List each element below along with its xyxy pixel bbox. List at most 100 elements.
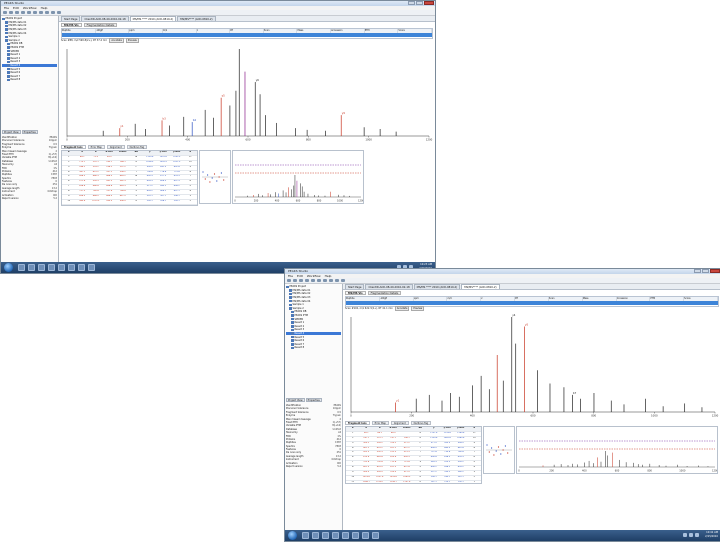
column-header[interactable]: # [467, 427, 481, 431]
column-header[interactable]: y-H2O [440, 427, 454, 431]
tab-result-2[interactable]: MS/MS**** (ACD-0810-2) [461, 284, 500, 289]
column-header[interactable]: y-NH3 [454, 427, 468, 431]
explorer-icon[interactable] [312, 532, 319, 539]
column-header[interactable]: a [75, 151, 89, 155]
new-project-icon[interactable] [287, 279, 291, 282]
maximize-button[interactable] [416, 1, 423, 5]
column-header[interactable]: y [143, 151, 157, 155]
excel-icon[interactable] [78, 264, 85, 271]
spider-icon[interactable] [45, 11, 49, 14]
column-header[interactable]: # [346, 427, 360, 431]
column-header[interactable]: AA [129, 151, 143, 155]
column-header[interactable]: b-H2O [102, 151, 116, 155]
tab-start-page[interactable]: Start Page [61, 16, 81, 21]
add-data-icon[interactable] [305, 279, 309, 282]
save-icon[interactable] [15, 11, 19, 14]
save-icon[interactable] [299, 279, 303, 282]
start-button[interactable] [4, 263, 13, 272]
tab-msms-vis[interactable]: MS/MS Vis [61, 23, 82, 27]
column-header[interactable]: b [373, 427, 387, 431]
tab-properties[interactable]: Properties [305, 398, 322, 402]
preferences-icon[interactable] [57, 11, 61, 14]
tab-start-page[interactable]: Start Page [345, 284, 365, 289]
spider-icon[interactable] [329, 279, 333, 282]
ptm-icon[interactable] [323, 279, 327, 282]
app-icon[interactable] [48, 264, 55, 271]
tab-fragmentation-details[interactable]: Fragmentation Details [83, 23, 118, 27]
close-button[interactable] [710, 269, 720, 273]
tab-result-1[interactable]: MS/MS **** 2010 (ACD-0810-2) [413, 284, 461, 289]
spectrum-plot[interactable]: 0 200 400 600 800 1000 1200 y1 y4 y5 b7 [345, 311, 719, 419]
quant-icon[interactable] [51, 11, 55, 14]
tab-result-2[interactable]: MS/MS**** (ACD-0810-2) [177, 16, 216, 21]
tab-project[interactable]: ClientID-ACD-08-40-2010-02-18 [81, 16, 129, 21]
peaks-icon[interactable] [342, 532, 349, 539]
preview-button[interactable]: Preview [125, 37, 139, 43]
browser-icon[interactable] [88, 264, 95, 271]
tab-result-1[interactable]: MS/MS **** 2010 (ACD-0810-2) [129, 16, 177, 21]
table-row[interactable]: 11 1186.7 1214.7 1196.7 1197.6 K 147.1 129.1 130… [346, 481, 481, 483]
column-header[interactable]: # [183, 151, 197, 155]
preferences-icon[interactable] [341, 279, 345, 282]
db-search-icon[interactable] [317, 279, 321, 282]
tab-msms-vis[interactable]: MS/MS Vis [345, 291, 366, 295]
media-icon[interactable] [38, 264, 45, 271]
column-header[interactable]: b-H2O [386, 427, 400, 431]
word-icon[interactable] [352, 532, 359, 539]
denovo-icon[interactable] [311, 279, 315, 282]
tab-fragment-ions[interactable]: Fragment Ions [345, 421, 370, 425]
add-data-icon[interactable] [21, 11, 25, 14]
tree-item[interactable]: Result 8 [2, 78, 57, 82]
table-row-selected[interactable] [346, 301, 718, 305]
column-header[interactable]: y-H2O [156, 151, 170, 155]
ie-icon[interactable] [18, 264, 25, 271]
column-header[interactable]: AA [413, 427, 427, 431]
tab-properties[interactable]: Properties [21, 130, 38, 134]
tab-error-map[interactable]: Error Map [87, 145, 105, 149]
open-icon[interactable] [293, 279, 297, 282]
open-icon[interactable] [9, 11, 13, 14]
db-search-icon[interactable] [33, 11, 37, 14]
column-header[interactable]: b [89, 151, 103, 155]
media-icon[interactable] [322, 532, 329, 539]
peaks-icon[interactable] [58, 264, 65, 271]
denovo-icon[interactable] [27, 11, 31, 14]
column-header[interactable]: y-NH3 [170, 151, 184, 155]
tab-alignment[interactable]: Alignment [390, 421, 409, 425]
ie-icon[interactable] [302, 532, 309, 539]
tree-item[interactable]: Result 8 [286, 346, 341, 350]
column-header[interactable]: # [62, 151, 76, 155]
column-header[interactable]: a [359, 427, 373, 431]
column-header[interactable]: y [427, 427, 441, 431]
tab-denovo-tag[interactable]: De Novo Tag [410, 421, 432, 425]
maximize-button[interactable] [702, 269, 709, 273]
ptm-icon[interactable] [39, 11, 43, 14]
start-button[interactable] [288, 531, 297, 540]
tab-project[interactable]: ClientID-ACD-08-40-2010-02-18 [365, 284, 413, 289]
tab-fragmentation-details[interactable]: Fragmentation Details [367, 291, 402, 295]
close-button[interactable] [424, 1, 434, 5]
tab-denovo-tag[interactable]: De Novo Tag [126, 145, 148, 149]
minimize-button[interactable] [694, 269, 701, 273]
word-icon[interactable] [68, 264, 75, 271]
column-header[interactable]: b-NH3 [116, 151, 130, 155]
spectrum-plot[interactable]: 0 200 400 600 800 1000 1200 y1 b3 b4 y5 y6 y9 [61, 43, 433, 143]
tab-alignment[interactable]: Alignment [106, 145, 125, 149]
flag-icon[interactable] [695, 533, 699, 537]
tab-fragment-ions[interactable]: Fragment Ions [61, 145, 86, 149]
volume-icon[interactable] [689, 533, 693, 537]
quant-icon[interactable] [335, 279, 339, 282]
explorer-icon[interactable] [28, 264, 35, 271]
excel-icon[interactable] [362, 532, 369, 539]
minimize-button[interactable] [408, 1, 415, 5]
new-project-icon[interactable] [3, 11, 7, 14]
app-icon[interactable] [332, 532, 339, 539]
network-icon[interactable] [683, 533, 687, 537]
browser-icon[interactable] [372, 532, 379, 539]
tab-error-map[interactable]: Error Map [371, 421, 389, 425]
tab-project-view[interactable]: Project View [286, 398, 305, 402]
annotate-button[interactable]: Annotate [109, 37, 124, 43]
clock[interactable]: 10:41 AM 2/15/2010 [705, 531, 718, 539]
table-row-selected[interactable] [62, 33, 432, 37]
column-header[interactable]: b-NH3 [400, 427, 414, 431]
